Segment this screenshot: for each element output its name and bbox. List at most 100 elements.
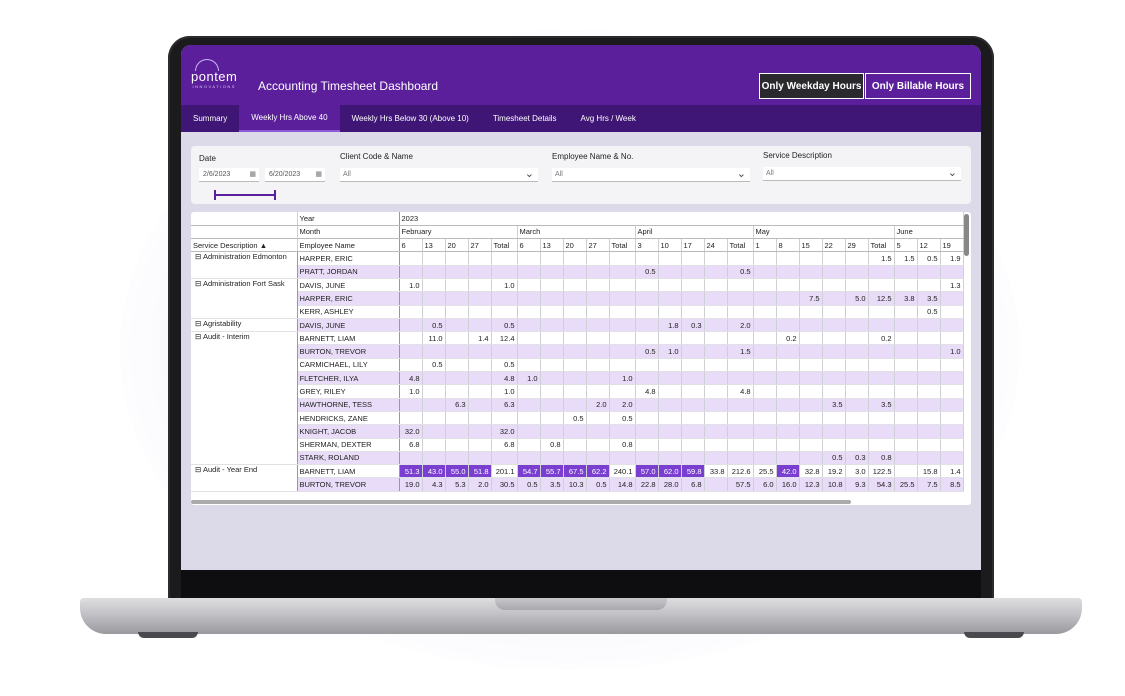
hours-cell [681, 398, 705, 412]
employee-name-dropdown[interactable]: All ⌄ [552, 168, 750, 182]
table-row: GREY, RILEY 1.0 1.0 4.8 4.8 [191, 384, 964, 399]
hours-cell [422, 305, 446, 319]
service-name: Administration Fort Sask [202, 278, 285, 288]
hours-cell [917, 438, 941, 452]
hours-cell [894, 438, 918, 452]
service-name: Audit - Interim [202, 332, 250, 342]
hours-cell [776, 398, 800, 412]
hours-cell: 19.0 [399, 477, 423, 492]
hours-cell [563, 331, 587, 346]
only-weekday-hours-button[interactable]: Only Weekday Hours [759, 73, 864, 99]
week-header: 27 [468, 238, 492, 253]
tab-avg-hrs-week[interactable]: Avg Hrs / Week [569, 105, 648, 132]
service-group-cell[interactable]: ⊟ Audit - Interim [191, 331, 298, 466]
hours-cell [940, 384, 964, 399]
employee-name-cell: GREY, RILEY [297, 384, 400, 399]
collapse-icon[interactable]: ⊟ [195, 319, 201, 328]
collapse-icon[interactable]: ⊟ [195, 252, 201, 261]
total-cell: 12.4 [491, 331, 518, 346]
hours-cell [822, 305, 846, 319]
date-start-value: 2/6/2023 [203, 171, 231, 178]
hours-cell: 8.5 [940, 477, 964, 492]
service-group-cell[interactable]: ⊟ Administration Fort Sask [191, 278, 298, 319]
date-end-input[interactable]: 6/20/2023 ▦ [265, 168, 325, 182]
tab-timesheet-details[interactable]: Timesheet Details [481, 105, 569, 132]
service-description-dropdown[interactable]: All ⌄ [763, 167, 961, 181]
total-cell [609, 265, 636, 279]
only-billable-hours-button[interactable]: Only Billable Hours [865, 73, 971, 99]
total-cell [868, 305, 895, 319]
hours-cell [586, 251, 610, 266]
calendar-icon[interactable]: ▦ [249, 170, 256, 178]
week-header: 13 [540, 238, 564, 253]
hours-cell [658, 384, 682, 399]
tab-weekly-hrs-above-40[interactable]: Weekly Hrs Above 40 [239, 105, 340, 132]
hours-cell [517, 265, 541, 279]
total-cell [727, 371, 754, 386]
hours-cell [704, 384, 728, 399]
month-label: Month [297, 225, 400, 240]
hours-cell [776, 265, 800, 279]
service-group-cell[interactable]: ⊟ Administration Edmonton [191, 251, 298, 279]
table-row: HENDRICKS, ZANE 0.5 0.5 [191, 411, 964, 426]
date-start-input[interactable]: 2/6/2023 ▦ [199, 168, 259, 182]
table-row: HARPER, ERIC 7.5 5.0 12.5 3.8 3.5 [191, 291, 964, 306]
collapse-icon[interactable]: ⊟ [195, 465, 201, 474]
client-code-dropdown[interactable]: All ⌄ [340, 168, 538, 182]
service-group-cell[interactable]: ⊟ Audit - Year End [191, 464, 298, 492]
hours-cell [445, 318, 469, 333]
hours-cell [445, 411, 469, 426]
hours-cell [517, 251, 541, 266]
hours-cell [822, 318, 846, 333]
vertical-scrollbar[interactable] [964, 214, 969, 256]
hours-cell [799, 331, 823, 346]
total-cell: 0.5 [491, 358, 518, 373]
total-cell [609, 384, 636, 399]
hours-cell [799, 251, 823, 266]
hours-cell [399, 451, 423, 466]
collapse-icon[interactable]: ⊟ [195, 279, 201, 288]
calendar-icon[interactable]: ▦ [315, 170, 322, 178]
tab-weekly-hrs-below-30[interactable]: Weekly Hrs Below 30 (Above 10) [340, 105, 481, 132]
laptop-foot-left [138, 632, 198, 638]
hours-cell [704, 278, 728, 293]
hours-cell [799, 371, 823, 386]
hours-cell [799, 265, 823, 279]
month-header: April [635, 225, 754, 240]
hours-cell [658, 331, 682, 346]
date-range-slider[interactable] [214, 190, 276, 200]
hours-cell [799, 358, 823, 373]
total-cell: 3.5 [868, 398, 895, 412]
hours-cell: 0.5 [422, 358, 446, 373]
employee-name-cell: BARNETT, LIAM [297, 331, 400, 346]
hours-cell [468, 251, 492, 266]
total-cell: 4.8 [727, 384, 754, 399]
hours-cell: 0.5 [635, 265, 659, 279]
hours-cell [704, 291, 728, 306]
collapse-icon[interactable]: ⊟ [195, 332, 201, 341]
total-cell [491, 305, 518, 319]
hours-cell [753, 358, 777, 373]
total-cell: 4.8 [491, 371, 518, 386]
table-row: ⊟ Administration Fort Sask DAVIS, JUNE 1.0… [191, 278, 964, 319]
hours-cell: 1.0 [517, 371, 541, 386]
hours-cell [422, 411, 446, 426]
horizontal-scrollbar[interactable] [191, 500, 851, 504]
service-name: Agristability [202, 318, 242, 328]
service-group-cell[interactable]: ⊟ Agristability [191, 318, 298, 333]
hours-cell [776, 411, 800, 426]
employee-name-cell: HARPER, ERIC [297, 251, 400, 266]
date-end-value: 6/20/2023 [269, 171, 301, 178]
hours-cell: 3.8 [894, 291, 918, 306]
hours-cell [517, 438, 541, 452]
tab-summary[interactable]: Summary [181, 105, 239, 132]
total-cell [868, 384, 895, 399]
hours-cell [540, 278, 564, 293]
hours-cell [399, 305, 423, 319]
hours-cell [917, 411, 941, 426]
hours-cell: 25.5 [894, 477, 918, 492]
hours-cell [753, 305, 777, 319]
employee-name-cell: HENDRICKS, ZANE [297, 411, 400, 426]
week-header: Total [868, 238, 895, 253]
hours-cell: 0.5 [822, 451, 846, 466]
